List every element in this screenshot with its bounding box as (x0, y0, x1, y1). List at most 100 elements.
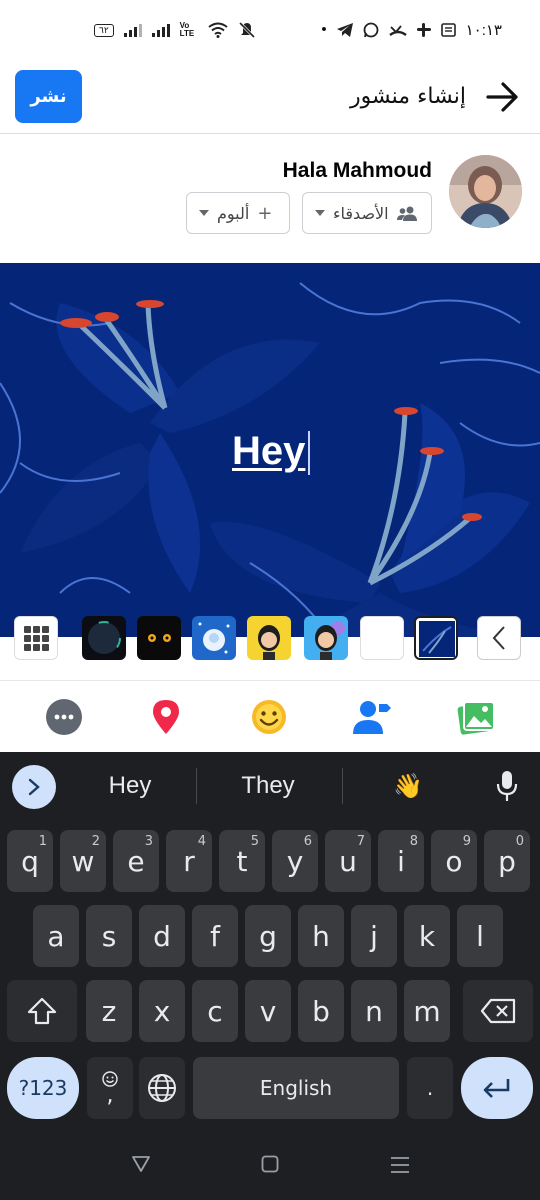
key-label: y (286, 844, 304, 878)
letter-key[interactable]: g (245, 905, 291, 967)
letter-key[interactable]: n (351, 980, 397, 1042)
clock: ١٠:١٣ (465, 22, 502, 39)
chevron-left-icon[interactable] (477, 616, 521, 660)
text-cursor (308, 431, 310, 475)
more-icon[interactable] (44, 697, 84, 737)
background-option-plain-white[interactable] (360, 616, 404, 660)
arrow-right-icon[interactable] (484, 79, 522, 115)
key-hint: 3 (144, 834, 153, 849)
letter-key[interactable]: o9 (431, 830, 477, 892)
enter-key[interactable] (461, 1057, 533, 1119)
recents-icon[interactable] (390, 1155, 410, 1175)
suggestion-item[interactable]: They (198, 772, 338, 800)
status-left: ٦٢ Vo LTE (94, 21, 256, 39)
shift-key[interactable] (7, 980, 77, 1042)
keyboard: Hey They 👋 ?123 , English . q1w2e3r4t5y6… (0, 752, 540, 1200)
letter-key[interactable]: c (192, 980, 238, 1042)
background-option-emoji-avatar-yellow[interactable] (247, 616, 291, 660)
key-label: o (445, 844, 463, 878)
letter-key[interactable]: v (245, 980, 291, 1042)
telegram-icon (336, 23, 353, 37)
plus-icon: + (257, 202, 273, 224)
letter-key[interactable]: d (139, 905, 185, 967)
status-bar: ٦٢ Vo LTE • ١٠:١٣ (0, 0, 540, 60)
key-hint: 0 (515, 834, 524, 849)
tag-people-icon[interactable] (352, 697, 392, 737)
suggestion-item[interactable]: 👋 (338, 772, 478, 801)
letter-key[interactable]: b (298, 980, 344, 1042)
letter-key[interactable]: f (192, 905, 238, 967)
author-name: Hala Mahmoud (282, 159, 432, 182)
back-triangle-icon[interactable] (131, 1155, 151, 1173)
letter-key[interactable]: s (86, 905, 132, 967)
location-icon[interactable] (146, 697, 186, 737)
key-hint: 2 (91, 834, 100, 849)
letter-key[interactable]: x (139, 980, 185, 1042)
audience-selector[interactable]: الأصدقاء (302, 192, 432, 234)
key-hint: 5 (250, 834, 259, 849)
symbols-key[interactable]: ?123 (7, 1057, 79, 1119)
chevron-down-icon (199, 210, 209, 216)
missed-call-icon (388, 25, 407, 36)
author-section: Hala Mahmoud الأصدقاء ألبوم + (0, 135, 540, 263)
letter-key[interactable]: t5 (219, 830, 265, 892)
letter-key[interactable]: p0 (484, 830, 530, 892)
space-key[interactable]: English (193, 1057, 399, 1119)
letter-key[interactable]: z (86, 980, 132, 1042)
background-option-blue-lilies-selected[interactable] (414, 616, 458, 660)
avatar[interactable] (449, 155, 522, 228)
globe-key[interactable] (139, 1057, 185, 1119)
key-label: i (397, 844, 405, 878)
backspace-key[interactable] (463, 980, 533, 1042)
composer-header: نشر إنشاء منشور (0, 60, 540, 134)
letter-key[interactable]: y6 (272, 830, 318, 892)
key-hint: 1 (38, 834, 47, 849)
background-option-snow-globe[interactable] (192, 616, 236, 660)
chevron-right-icon[interactable] (12, 765, 56, 809)
post-button[interactable]: نشر (15, 70, 82, 123)
chevron-down-icon (315, 210, 325, 216)
volte-icon: Vo LTE (179, 21, 195, 38)
emoji-comma-key[interactable]: , (87, 1057, 133, 1119)
letter-key[interactable]: a (33, 905, 79, 967)
background-option-dark-circle[interactable] (82, 616, 126, 660)
album-selector[interactable]: ألبوم + (186, 192, 290, 234)
wifi-icon (208, 22, 228, 38)
mic-icon[interactable] (496, 770, 518, 802)
photo-icon[interactable] (456, 697, 496, 737)
album-label: ألبوم (217, 203, 250, 223)
suggestion-item[interactable]: Hey (60, 772, 200, 800)
letter-key[interactable]: l (457, 905, 503, 967)
mute-icon (238, 21, 255, 39)
key-label: p (498, 844, 516, 878)
key-label: q (21, 844, 39, 878)
key-label: r (183, 844, 195, 878)
letter-key[interactable]: e3 (113, 830, 159, 892)
period-key[interactable]: . (407, 1057, 453, 1119)
letter-key[interactable]: w2 (60, 830, 106, 892)
letter-key[interactable]: u7 (325, 830, 371, 892)
letter-key[interactable]: q1 (7, 830, 53, 892)
key-hint: 6 (303, 834, 312, 849)
letter-key[interactable]: m (404, 980, 450, 1042)
home-square-icon[interactable] (261, 1155, 279, 1173)
letter-key[interactable]: j (351, 905, 397, 967)
grid-icon[interactable] (14, 616, 58, 660)
emoji-icon[interactable] (249, 697, 289, 737)
letter-key[interactable]: k (404, 905, 450, 967)
background-option-emoji-avatar-blue[interactable] (304, 616, 348, 660)
key-hint: 8 (409, 834, 418, 849)
divider (196, 768, 197, 804)
post-background-canvas[interactable]: Hey (0, 263, 540, 637)
post-text[interactable]: Hey (232, 429, 305, 474)
key-hint: 9 (462, 834, 471, 849)
letter-key[interactable]: r4 (166, 830, 212, 892)
background-picker (0, 614, 540, 666)
signal-icon (123, 23, 142, 37)
news-icon (440, 23, 456, 37)
key-label: t (236, 844, 248, 878)
background-option-cat-eyes[interactable] (137, 616, 181, 660)
key-label: u (339, 844, 357, 878)
letter-key[interactable]: i8 (378, 830, 424, 892)
letter-key[interactable]: h (298, 905, 344, 967)
